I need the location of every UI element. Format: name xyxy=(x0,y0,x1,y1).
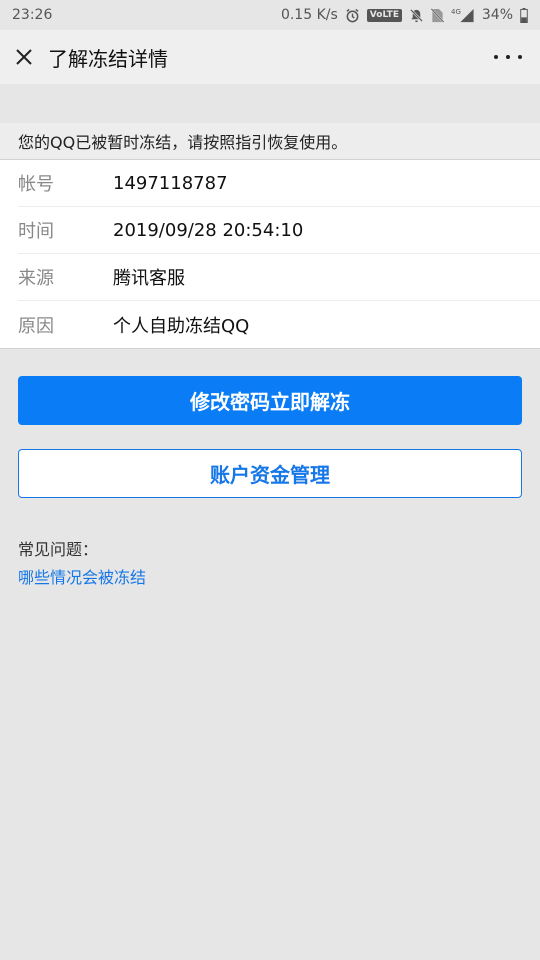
signal-icon: 4G xyxy=(451,8,475,23)
row-value: 1497118787 xyxy=(113,172,228,194)
battery-icon xyxy=(520,7,528,23)
row-label: 时间 xyxy=(18,221,54,242)
page-title: 了解冻结详情 xyxy=(48,46,168,71)
info-row-reason: 原因 个人自助冻结QQ xyxy=(18,301,540,348)
row-value: 个人自助冻结QQ xyxy=(113,315,250,337)
mute-bell-icon xyxy=(409,8,424,23)
battery-level: 34% xyxy=(481,7,513,23)
row-value: 2019/09/28 20:54:10 xyxy=(113,219,304,241)
faq-title: 常见问题： xyxy=(18,540,99,559)
info-list: 帐号 1497118787 时间 2019/09/28 20:54:10 来源 … xyxy=(0,159,540,349)
faq-section: 常见问题： 哪些情况会被冻结 xyxy=(18,536,146,588)
status-bar: 23:26 0.15 K/s VoLTE 4G 34% xyxy=(0,0,540,30)
row-label: 帐号 xyxy=(18,174,54,195)
net-speed: 0.15 K/s xyxy=(280,7,338,23)
info-row-account: 帐号 1497118787 xyxy=(18,160,540,207)
status-icons: 0.15 K/s VoLTE 4G 34% xyxy=(281,7,528,23)
row-label: 来源 xyxy=(18,268,54,289)
row-label: 原因 xyxy=(18,315,54,337)
status-time: 23:26 xyxy=(12,7,53,23)
info-row-time: 时间 2019/09/28 20:54:10 xyxy=(18,207,540,254)
account-funds-button[interactable]: 账户资金管理 xyxy=(18,449,522,498)
volte-icon: VoLTE xyxy=(366,8,402,22)
no-sim-icon xyxy=(430,7,444,23)
more-icon[interactable] xyxy=(490,47,526,67)
faq-link[interactable]: 哪些情况会被冻结 xyxy=(18,564,146,588)
alarm-icon xyxy=(345,8,360,23)
nav-bar: 了解冻结详情 xyxy=(0,30,540,84)
info-row-source: 来源 腾讯客服 xyxy=(18,254,540,301)
close-icon[interactable] xyxy=(14,47,34,67)
row-value: 腾讯客服 xyxy=(113,268,185,289)
freeze-notice: 您的QQ已被暂时冻结，请按照指引恢复使用。 xyxy=(0,123,540,159)
change-password-unfreeze-button[interactable]: 修改密码立即解冻 xyxy=(18,376,522,425)
